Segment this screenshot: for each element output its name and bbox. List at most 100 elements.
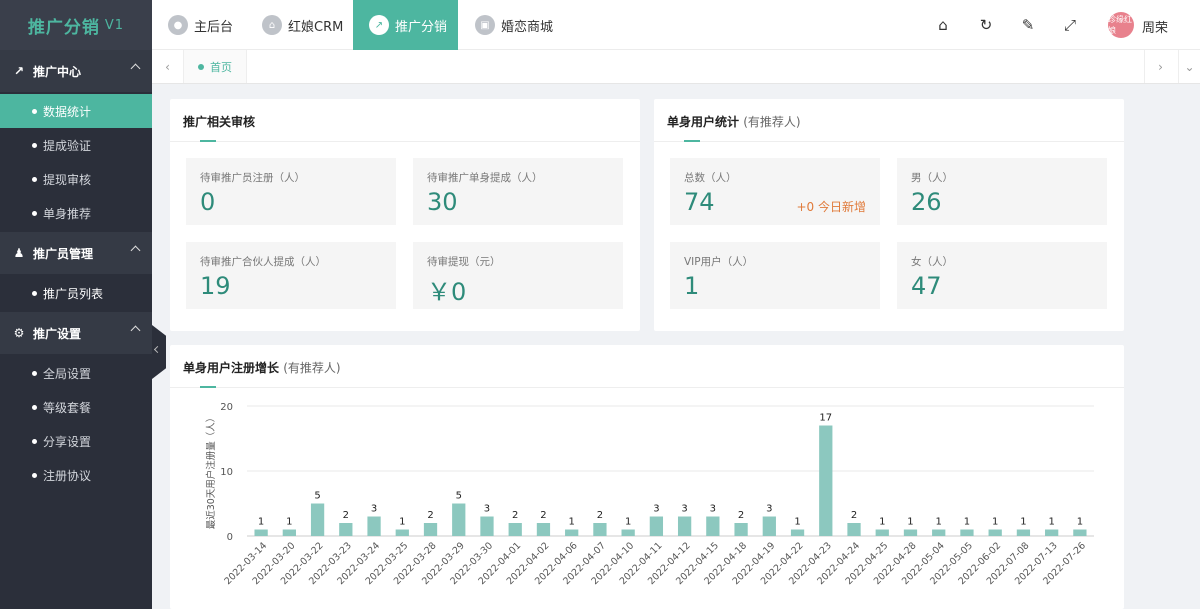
bar-value-label: 1 (286, 517, 292, 528)
top-navigation: ● 主后台 ⌂ 红娘CRM ↗ 推广分销 ▣ 婚恋商城 ⌂ ↻ ✎ ⤢ 珍缘红娘… (152, 0, 1200, 50)
sidebar-group-header[interactable]: ↗ 推广中心 (0, 50, 152, 92)
home-icon[interactable]: ⌂ (934, 16, 952, 34)
sidebar-group-header[interactable]: ⚙ 推广设置 (0, 312, 152, 354)
sidebar-collapse-toggle[interactable] (152, 325, 166, 379)
stat-pending-promoter-registrations[interactable]: 待审推广员注册（人） 0 (186, 158, 396, 225)
sidebar-item[interactable]: 提现审核 (0, 162, 152, 196)
stat-total-users[interactable]: 总数（人） 74 +0 今日新增 (670, 158, 880, 225)
stat-value: 1 (684, 272, 700, 300)
stat-pending-single-commission[interactable]: 待审推广单身提成（人） 30 (413, 158, 623, 225)
bar-value-label: 1 (794, 517, 800, 528)
tabs-scroll-right-icon[interactable]: › (1144, 50, 1176, 83)
sidebar-item-label: 提成验证 (43, 138, 92, 153)
sidebar-group-header[interactable]: ♟ 推广员管理 (0, 232, 152, 274)
fullscreen-icon[interactable]: ⤢ (1061, 16, 1079, 34)
chart-bar (339, 523, 353, 536)
clear-cache-icon[interactable]: ✎ (1019, 16, 1037, 34)
sidebar-item[interactable]: 提成验证 (0, 128, 152, 162)
card-title-text: 单身用户统计 (667, 115, 740, 129)
chart-bar (903, 529, 918, 536)
chart-bar (649, 516, 664, 536)
bar-value-label: 17 (819, 413, 832, 424)
card-divider (654, 141, 1124, 142)
chart-bar (734, 523, 748, 536)
sidebar-item-label: 注册协议 (43, 468, 92, 483)
user-manage-icon: ♟ (13, 246, 25, 260)
stat-value: 26 (911, 188, 942, 216)
bar-value-label: 5 (314, 491, 320, 502)
bullet-icon (32, 210, 37, 216)
stat-value: 0 (200, 188, 216, 216)
review-card: 推广相关审核 待审推广员注册（人） 0 待审推广单身提成（人） 30 待审推广合… (170, 99, 640, 331)
card-subtitle: (有推荐人) (743, 115, 801, 129)
active-dot-icon (198, 63, 204, 70)
chart-bar (819, 425, 833, 536)
stat-male-users[interactable]: 男（人） 26 (897, 158, 1107, 225)
sidebar-item[interactable]: 单身推荐 (0, 196, 152, 230)
sidebar-item[interactable]: 注册协议 (0, 458, 152, 492)
review-card-title: 推广相关审核 (183, 115, 256, 129)
sidebar: 推广分销 V1 ↗ 推广中心 数据统计提成验证提现审核 单身推荐 ♟ 推广员管理推广员列表… (0, 0, 152, 609)
bar-value-label: 1 (568, 517, 574, 528)
bar-value-label: 1 (879, 517, 885, 528)
registration-bar-chart: 01020最近30天用户注册量（人） 12022-03-1412022-03-20… (205, 402, 1094, 587)
chart-bar (310, 503, 325, 536)
sidebar-group-items: 全局设置等级套餐分享设置注册协议 (0, 354, 152, 494)
bar-value-label: 3 (710, 504, 716, 515)
stat-label: 女（人） (911, 256, 953, 268)
chart-bar (932, 529, 946, 536)
refresh-icon[interactable]: ↻ (977, 16, 995, 34)
stat-label: 待审推广合伙人提成（人） (200, 256, 326, 268)
username[interactable]: 周荣 (1142, 17, 1168, 36)
tab-promotion-distribution[interactable]: ↗ 推广分销 (353, 0, 458, 50)
chart-bar (677, 516, 692, 536)
store-circle-icon: ▣ (475, 15, 495, 35)
bar-value-label: 2 (427, 510, 433, 521)
sidebar-item[interactable]: 数据统计 (0, 94, 152, 128)
chevron-up-icon (130, 245, 141, 256)
bar-value-label: 1 (907, 517, 913, 528)
stat-label: 男（人） (911, 172, 953, 184)
sidebar-item-label: 等级套餐 (43, 400, 92, 415)
bar-value-label: 2 (512, 510, 518, 521)
chart-bar (423, 523, 438, 536)
user-stats-card-title: 单身用户统计 (有推荐人) (667, 113, 801, 130)
stat-pending-partner-commission[interactable]: 待审推广合伙人提成（人） 19 (186, 242, 396, 309)
stat-vip-users[interactable]: VIP用户（人） 1 (670, 242, 880, 309)
sidebar-item-label: 推广员列表 (43, 286, 104, 301)
sidebar-item[interactable]: 推广员列表 (0, 276, 152, 310)
stat-female-users[interactable]: 女（人） 47 (897, 242, 1107, 309)
bar-value-label: 2 (597, 510, 603, 521)
chart-bar (875, 529, 889, 536)
stat-value: 74 (684, 188, 715, 216)
bullet-icon (32, 370, 37, 376)
stat-label: 待审推广员注册（人） (200, 172, 305, 184)
tab-label: 婚恋商城 (501, 19, 554, 35)
tabs-dropdown-icon[interactable]: ⌄ (1178, 50, 1200, 83)
brand-logo[interactable]: 推广分销 V1 (0, 0, 152, 50)
avatar[interactable]: 珍缘红娘 (1108, 12, 1134, 38)
sidebar-group-label: 推广员管理 (33, 246, 94, 261)
sidebar-item[interactable]: 分享设置 (0, 424, 152, 458)
chart-bar (367, 516, 381, 536)
chart-bar (790, 529, 805, 536)
chart-bar (960, 529, 974, 536)
tab-home[interactable]: 首页 (184, 50, 247, 83)
bullet-icon (32, 290, 37, 296)
bullet-icon (32, 438, 37, 444)
tabs-scroll-left-icon[interactable]: ‹ (152, 50, 184, 83)
stat-pending-withdrawals[interactable]: 待审提现（元） ￥0 (413, 242, 623, 309)
tab-matchmaker-crm[interactable]: ⌂ 红娘CRM (262, 0, 358, 50)
tab-marriage-mall[interactable]: ▣ 婚恋商城 (475, 0, 575, 50)
y-tick-label: 10 (220, 467, 233, 478)
bar-value-label: 1 (964, 517, 970, 528)
tab-main-backend[interactable]: ● 主后台 (168, 0, 258, 50)
home-circle-icon: ⌂ (262, 15, 282, 35)
y-axis-label: 最近30天用户注册量（人） (205, 413, 217, 530)
chart-bar (508, 523, 522, 536)
bar-value-label: 1 (1020, 517, 1026, 528)
chevron-left-icon (153, 345, 162, 354)
tab-label: 主后台 (194, 19, 234, 35)
sidebar-item[interactable]: 全局设置 (0, 356, 152, 390)
sidebar-item[interactable]: 等级套餐 (0, 390, 152, 424)
